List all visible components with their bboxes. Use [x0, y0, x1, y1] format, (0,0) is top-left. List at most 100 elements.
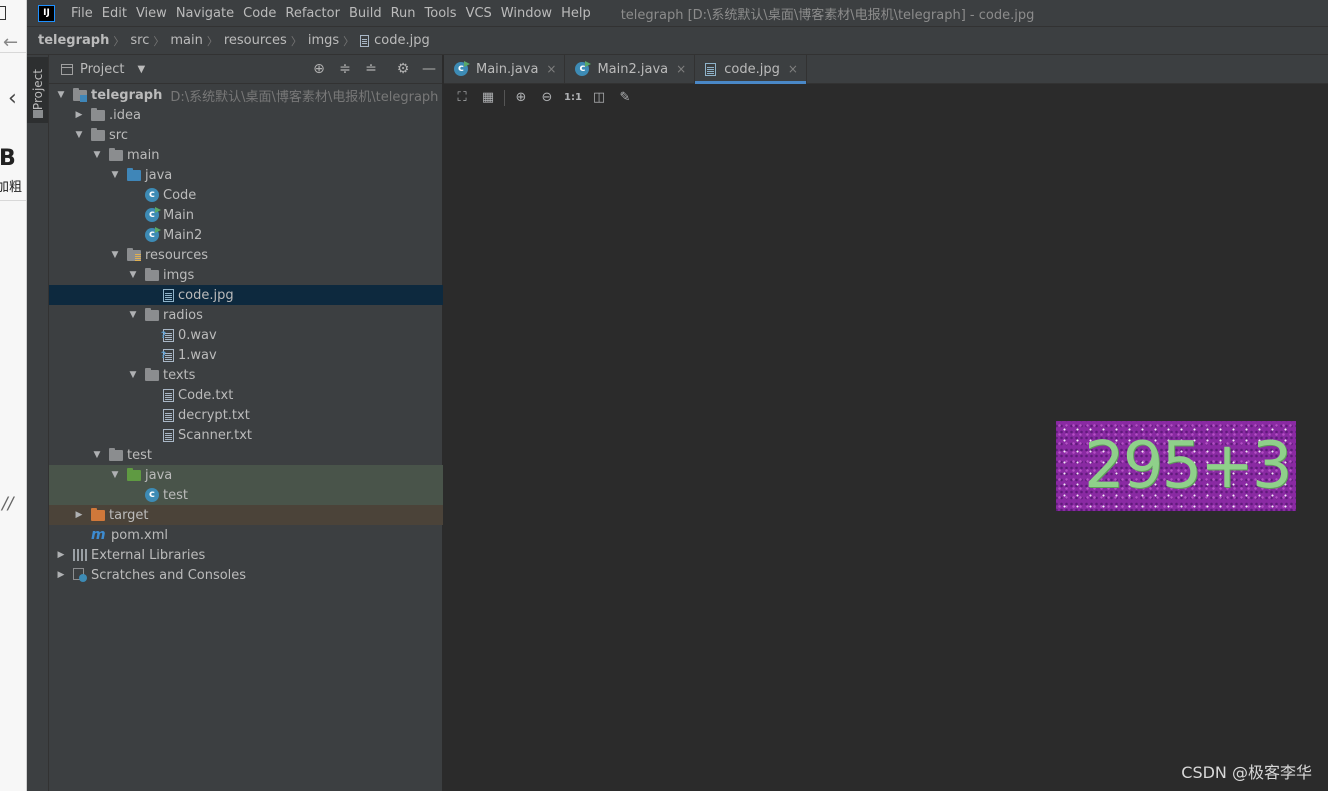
- tree-item-external-libraries[interactable]: ▶ External Libraries: [49, 545, 443, 565]
- chevron-down-icon[interactable]: ▼: [109, 470, 121, 480]
- menu-file[interactable]: File: [71, 6, 93, 21]
- chevron-right-icon[interactable]: ▶: [55, 550, 67, 560]
- chevron-left-icon[interactable]: ‹: [8, 86, 17, 111]
- chevron-down-icon[interactable]: ▼: [137, 64, 145, 75]
- close-icon[interactable]: ×: [546, 62, 556, 76]
- intellij-logo-icon[interactable]: IJ: [38, 4, 55, 22]
- tree-item-label: test: [163, 487, 188, 503]
- menu-navigate[interactable]: Navigate: [176, 6, 234, 21]
- chevron-down-icon[interactable]: ▼: [91, 150, 103, 160]
- tab-main-java[interactable]: c Main.java ×: [444, 55, 566, 83]
- project-tool-button[interactable]: Project: [27, 57, 48, 123]
- tree-item-resources[interactable]: ▼ resources: [49, 245, 443, 265]
- menu-build[interactable]: Build: [349, 6, 382, 21]
- breadcrumb-file[interactable]: code.jpg: [374, 33, 430, 48]
- tree-item-radios[interactable]: ▼ radios: [49, 305, 443, 325]
- breadcrumb-src[interactable]: src: [130, 33, 149, 48]
- tree-item-main[interactable]: c Main: [49, 205, 443, 225]
- tree-item-main[interactable]: ▼ main: [49, 145, 443, 165]
- menu-run[interactable]: Run: [391, 6, 416, 21]
- tree-item-1-wav[interactable]: 1.wav: [49, 345, 443, 365]
- menu-code[interactable]: Code: [243, 6, 276, 21]
- chevron-down-icon[interactable]: ▼: [127, 370, 139, 380]
- tree-item-test[interactable]: c test: [49, 485, 443, 505]
- tree-item-label: radios: [163, 307, 203, 323]
- gear-icon[interactable]: ⚙: [395, 61, 411, 77]
- chevron-down-icon[interactable]: ▼: [127, 310, 139, 320]
- project-panel-title[interactable]: Project: [80, 62, 124, 77]
- tree-item-scratches-and-consoles[interactable]: ▶ Scratches and Consoles: [49, 565, 443, 585]
- tool-window-stripe: Project: [27, 55, 49, 791]
- chevron-right-icon[interactable]: ▶: [55, 570, 67, 580]
- background-icon[interactable]: ◫: [589, 88, 609, 108]
- tree-item--idea[interactable]: ▶ .idea: [49, 105, 443, 125]
- menu-window[interactable]: Window: [501, 6, 552, 21]
- divider: [0, 200, 26, 201]
- menu-tools[interactable]: Tools: [425, 6, 457, 21]
- menu-refactor[interactable]: Refactor: [285, 6, 340, 21]
- bold-button[interactable]: B: [0, 146, 16, 171]
- fit-zoom-icon[interactable]: ⛶: [452, 88, 472, 108]
- chevron-right-icon: 〉: [206, 34, 218, 48]
- breadcrumb-imgs[interactable]: imgs: [308, 33, 339, 48]
- menu-view[interactable]: View: [136, 6, 167, 21]
- chevron-right-icon[interactable]: ▶: [73, 110, 85, 120]
- zoom-out-icon[interactable]: ⊖: [537, 88, 557, 108]
- project-view-icon: [61, 63, 73, 75]
- menu-edit[interactable]: Edit: [102, 6, 127, 21]
- tree-item-decrypt-txt[interactable]: decrypt.txt: [49, 405, 443, 425]
- actual-size-icon[interactable]: 1:1: [563, 88, 583, 108]
- grid-icon[interactable]: ▦: [478, 88, 498, 108]
- tree-item-label: target: [109, 507, 149, 523]
- tree-item-0-wav[interactable]: 0.wav: [49, 325, 443, 345]
- menu-help[interactable]: Help: [561, 6, 591, 21]
- tree-item-java[interactable]: ▼ java: [49, 465, 443, 485]
- back-arrow-icon[interactable]: ←: [3, 32, 18, 53]
- tree-item-target[interactable]: ▶ target: [49, 505, 443, 525]
- tab-code-jpg[interactable]: code.jpg ×: [695, 55, 807, 84]
- tree-item-code[interactable]: c Code: [49, 185, 443, 205]
- chevron-down-icon[interactable]: ▼: [55, 90, 67, 100]
- tab-main2-java[interactable]: c Main2.java ×: [565, 55, 696, 83]
- chevron-down-icon[interactable]: ▼: [109, 170, 121, 180]
- menu-vcs[interactable]: VCS: [466, 6, 492, 21]
- chevron-down-icon[interactable]: ▼: [109, 250, 121, 260]
- tree-item-texts[interactable]: ▼ texts: [49, 365, 443, 385]
- zoom-in-icon[interactable]: ⊕: [511, 88, 531, 108]
- tree-item-test[interactable]: ▼ test: [49, 445, 443, 465]
- tree-item-code-txt[interactable]: Code.txt: [49, 385, 443, 405]
- chevron-down-icon[interactable]: ▼: [73, 130, 85, 140]
- browser-window-icon: [0, 6, 6, 20]
- tree-item-main2[interactable]: c Main2: [49, 225, 443, 245]
- chevron-right-icon: 〉: [113, 34, 125, 48]
- tree-item-label: pom.xml: [111, 527, 168, 543]
- tree-item-java[interactable]: ▼ java: [49, 165, 443, 185]
- resources-folder-icon: [127, 247, 141, 261]
- tree-item-src[interactable]: ▼ src: [49, 125, 443, 145]
- tree-item-code-jpg[interactable]: code.jpg: [49, 285, 443, 305]
- image-canvas[interactable]: 295+3 CSDN @极客李华: [444, 111, 1328, 791]
- tree-item-scanner-txt[interactable]: Scanner.txt: [49, 425, 443, 445]
- breadcrumb-main[interactable]: main: [170, 33, 202, 48]
- chevron-down-icon[interactable]: ▼: [91, 450, 103, 460]
- breadcrumb-project[interactable]: telegraph: [38, 33, 109, 48]
- tree-item-label: Scanner.txt: [178, 427, 253, 443]
- background-browser-window: ← ‹ B 加粗 //: [0, 0, 27, 791]
- chevron-right-icon[interactable]: ▶: [73, 510, 85, 520]
- close-icon[interactable]: ×: [788, 62, 798, 76]
- chevron-down-icon[interactable]: ▼: [127, 270, 139, 280]
- tree-item-imgs[interactable]: ▼ imgs: [49, 265, 443, 285]
- tree-item-pom-xml[interactable]: m pom.xml: [49, 525, 443, 545]
- tree-item-label: External Libraries: [91, 547, 206, 563]
- color-picker-icon[interactable]: ✎: [615, 88, 635, 108]
- locate-file-icon[interactable]: ⊕: [311, 61, 327, 77]
- expand-all-icon[interactable]: ≑: [337, 61, 353, 77]
- minimize-icon[interactable]: —: [421, 61, 437, 77]
- close-icon[interactable]: ×: [676, 62, 686, 76]
- tree-item-telegraph[interactable]: ▼ telegraph D:\系统默认\桌面\博客素材\电报机\telegraph: [49, 85, 443, 105]
- tree-item-label: telegraph: [91, 87, 163, 103]
- unknown-file-icon: [161, 328, 174, 342]
- breadcrumb-resources[interactable]: resources: [224, 33, 287, 48]
- collapse-all-icon[interactable]: ≐: [363, 61, 379, 77]
- folder-icon: [145, 307, 159, 321]
